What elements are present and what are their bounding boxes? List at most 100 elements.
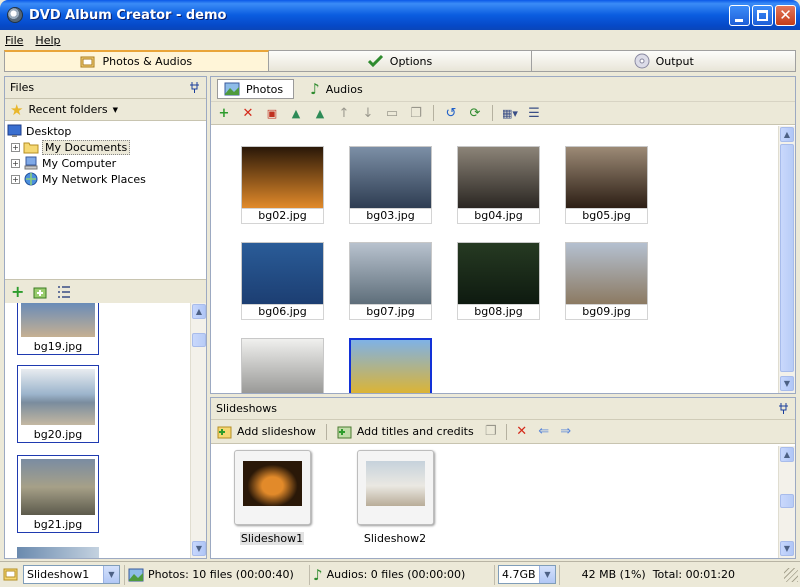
resize-grip[interactable] [784, 567, 798, 582]
minimize-button[interactable] [729, 5, 750, 26]
view-mode-button[interactable]: ▦▾ [501, 105, 519, 121]
add-icon: + [218, 105, 230, 121]
slideshow-label: Slideshow2 [363, 532, 427, 545]
photo-thumbnail[interactable] [349, 146, 432, 209]
photo-thumbnail[interactable] [349, 242, 432, 305]
details-view-button[interactable]: ☰ [525, 105, 543, 121]
tab-photos-label: Photos [246, 82, 284, 96]
photo-icon [128, 568, 144, 581]
refresh-button[interactable]: ⟳ [466, 105, 484, 121]
scroll-up-button[interactable]: ▲ [192, 304, 206, 319]
scroll-down-button[interactable]: ▼ [780, 376, 794, 391]
move-right-button[interactable]: ⇒ [557, 424, 575, 440]
slideshow-select-value: Slideshow1 [27, 568, 90, 581]
list-item[interactable]: bg20.jpg [17, 365, 99, 443]
tree-item-my-documents-label: My Documents [42, 139, 131, 155]
undo-button[interactable]: ↺ [442, 105, 460, 121]
close-icon: ✕ [779, 6, 792, 24]
recent-folders-label: Recent folders [28, 103, 108, 116]
pin-icon[interactable] [189, 82, 200, 93]
disc-size-value: 4.7GB [502, 568, 536, 581]
delete-icon: ✕ [242, 105, 254, 121]
tree-item-my-network-places[interactable]: + My Network Places [7, 171, 206, 187]
photos-toolbar: + ✕ ▣ ▲ ▲ ↑ ↓ ▭ ❐ ↺ ⟳ ▦▾ ☰ [211, 101, 795, 125]
photo-thumbnail[interactable] [241, 242, 324, 305]
rotate-right-button[interactable]: ▲ [311, 105, 329, 121]
add-icon[interactable]: + [11, 282, 24, 301]
arrow-up-icon: ↑ [338, 105, 350, 121]
photo-grid: bg02.jpg bg03.jpg bg04.jpg bg05.jpg bg06.jpg… [211, 126, 778, 393]
slideshow-select[interactable]: Slideshow1 ▼ [23, 565, 120, 584]
tab-audios[interactable]: ♪ Audios [304, 79, 373, 99]
photos-panel: Photos ♪ Audios + ✕ ▣ ▲ ▲ ↑ ↓ ▭ ❐ ↺ ⟳ ▦▾… [210, 76, 796, 394]
scroll-down-button[interactable]: ▼ [780, 541, 794, 556]
photos-audios-icon [80, 56, 95, 67]
title-bar: DVD Album Creator - demo ✕ [0, 0, 800, 30]
add-slideshow-icon [217, 426, 232, 438]
scroll-up-button[interactable]: ▲ [780, 127, 794, 142]
list-item[interactable]: bg19.jpg [17, 303, 99, 355]
add-slideshow-button[interactable]: Add slideshow [213, 425, 320, 439]
add-folder-icon[interactable] [32, 284, 48, 300]
slideshow-preview [366, 461, 425, 506]
add-photo-button[interactable]: + [215, 105, 233, 121]
recent-folders-button[interactable]: ★ Recent folders ▼ [5, 99, 206, 121]
photo-thumbnail[interactable] [241, 146, 324, 209]
scroll-thumb[interactable] [780, 144, 794, 372]
file-strip: bg19.jpg bg20.jpg bg21.jpg [5, 303, 190, 558]
file-label: bg19.jpg [33, 340, 83, 353]
photos-scrollbar[interactable]: ▲ ▼ [778, 126, 795, 393]
tree-item-my-documents[interactable]: + My Documents [7, 139, 206, 155]
photo-thumbnail[interactable] [565, 242, 648, 305]
expand-icon[interactable]: + [11, 158, 20, 168]
photo-thumbnail[interactable] [565, 146, 648, 209]
window-title: DVD Album Creator - demo [29, 7, 227, 23]
photo-thumbnail[interactable] [349, 338, 432, 393]
remove-all-button[interactable]: ▣ [263, 105, 281, 121]
maximize-button[interactable] [752, 5, 773, 26]
rotate-left-button[interactable]: ▲ [287, 105, 305, 121]
close-button[interactable]: ✕ [775, 5, 796, 26]
move-left-button[interactable]: ⇐ [535, 424, 553, 440]
list-item[interactable]: bg21.jpg [17, 455, 99, 533]
copy-slideshow-button[interactable]: ❐ [482, 424, 500, 440]
tree-item-desktop[interactable]: Desktop [7, 123, 206, 139]
scroll-up-button[interactable]: ▲ [780, 447, 794, 462]
copy-icon: ❐ [410, 105, 422, 121]
expand-icon[interactable]: + [11, 174, 20, 184]
tree-item-my-computer[interactable]: + My Computer [7, 155, 206, 171]
photo-thumbnail[interactable] [241, 338, 324, 393]
photo-label: bg04.jpg [457, 208, 540, 224]
list-view-icon[interactable] [56, 284, 72, 300]
disc-size-select[interactable]: 4.7GB ▼ [498, 565, 556, 584]
slideshow-item[interactable] [357, 450, 434, 525]
delete-button[interactable]: ✕ [239, 105, 257, 121]
tab-photos-audios[interactable]: Photos & Audios [4, 50, 269, 72]
move-down-button[interactable]: ↓ [359, 105, 377, 121]
delete-slideshow-button[interactable]: ✕ [513, 424, 531, 440]
scroll-down-button[interactable]: ▼ [192, 541, 206, 556]
star-icon: ★ [10, 100, 24, 119]
expand-icon[interactable]: + [11, 142, 20, 152]
tab-output[interactable]: Output [532, 50, 797, 72]
photo-thumbnail[interactable] [457, 146, 540, 209]
scroll-thumb[interactable] [192, 333, 206, 347]
menu-file[interactable]: File [5, 34, 23, 47]
slideshows-scrollbar[interactable]: ▲ ▼ [778, 446, 795, 558]
tab-options[interactable]: Options [268, 50, 533, 72]
files-toolbar: + [5, 279, 206, 303]
view-mode-icon: ▦▾ [502, 106, 518, 120]
slideshows-toolbar: Add slideshow Add titles and credits ❐ ✕… [211, 420, 795, 444]
slideshow-item[interactable] [234, 450, 311, 525]
scroll-thumb[interactable] [780, 494, 794, 508]
pin-icon[interactable] [778, 403, 789, 414]
menu-help[interactable]: Help [35, 34, 60, 47]
copy-button[interactable]: ❐ [407, 105, 425, 121]
folder-icon [23, 142, 39, 154]
properties-button[interactable]: ▭ [383, 105, 401, 121]
move-up-button[interactable]: ↑ [335, 105, 353, 121]
tab-photos[interactable]: Photos [217, 79, 295, 99]
files-scrollbar[interactable]: ▲ ▼ [190, 303, 206, 558]
photo-thumbnail[interactable] [457, 242, 540, 305]
add-titles-button[interactable]: Add titles and credits [333, 425, 478, 439]
